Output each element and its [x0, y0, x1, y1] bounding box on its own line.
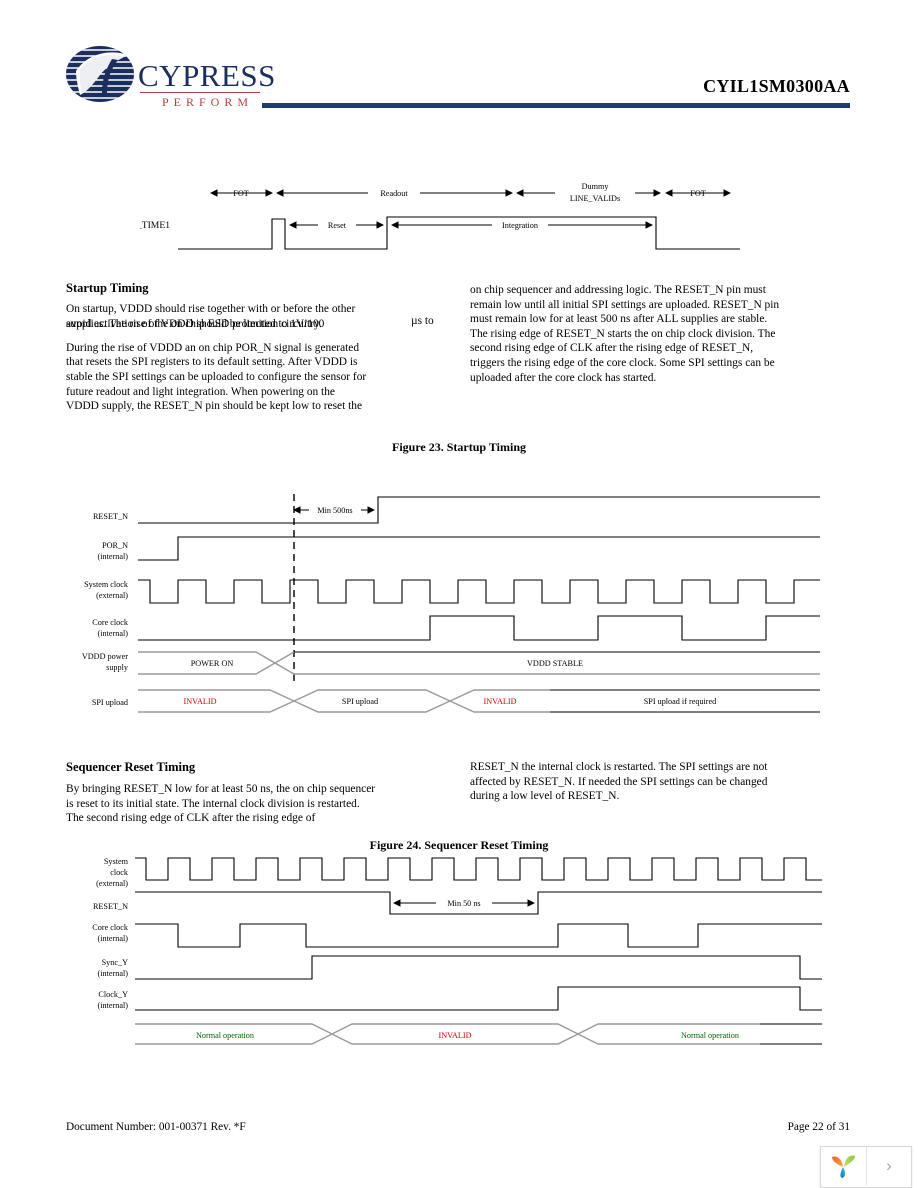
signal-label-vddd-power: VDDD power: [82, 652, 128, 661]
logo-divider: [140, 92, 260, 93]
signal-label-system-clock-line2: clock: [110, 868, 129, 877]
paragraph: By bringing RESET_N low for at least 50 …: [66, 783, 376, 825]
signal-label-core-clock-sub: (internal): [98, 934, 129, 943]
annotation-min-500ns: Min 500ns: [317, 506, 352, 515]
bus-label-invalid-1: INVALID: [183, 697, 216, 706]
cypress-logo: CYPRESS PERFORM: [66, 45, 275, 113]
figure-23-caption: Figure 23. Startup Timing: [391, 440, 527, 454]
signal-label-por-n-sub: (internal): [98, 552, 129, 561]
interval-label-reset: Reset: [328, 221, 347, 230]
tri-leaf-logo-icon: [831, 1155, 855, 1178]
integration-readout-timing-diagram: FOT Readout Dummy LINE_VALIDs FOT INT_TI…: [140, 180, 740, 250]
signal-label-por-n: POR_N: [102, 541, 128, 550]
phase-label-fot-left: FOT: [233, 189, 248, 198]
phase-label-line-valids: LINE_VALIDs: [570, 194, 620, 203]
header-divider-bar: [262, 103, 850, 108]
figure-24-sequencer-reset-waveform: System clock (external) RESET_N Core clo…: [92, 857, 822, 1045]
signal-label-int-time1: INT_TIME1: [140, 220, 170, 231]
interval-label-integration: Integration: [502, 221, 538, 230]
bus-label-vddd-stable: VDDD STABLE: [527, 659, 583, 668]
paragraph: on chip sequencer and addressing logic. …: [470, 284, 780, 384]
page-header: CYPRESS PERFORM CYIL1SM0300AA: [0, 0, 918, 130]
next-page-button[interactable]: ›: [867, 1147, 911, 1185]
annotation-min-50ns: Min 50 ns: [447, 899, 480, 908]
phase-label-fot-right: FOT: [690, 189, 705, 198]
cypress-swoosh-icon: [66, 46, 134, 102]
startup-timing-right-column: on chip sequencer and addressing logic. …: [470, 283, 785, 394]
signal-label-clock-y-sub: (internal): [98, 1001, 129, 1010]
signal-label-system-clock-line3: (external): [96, 879, 128, 888]
part-number-title: CYIL1SM0300AA: [703, 76, 850, 96]
figure-23-startup-timing-waveform: RESET_N POR_N (internal) System clock (e…: [82, 494, 820, 713]
footer-page-number: Page 22 of 31: [787, 1121, 850, 1133]
bus-label-normal-operation-1: Normal operation: [196, 1031, 254, 1040]
bus-label-normal-operation-2: Normal operation: [681, 1031, 739, 1040]
bus-label-spi-upload: SPI upload: [342, 697, 378, 706]
figure-24-caption: Figure 24. Sequencer Reset Timing: [369, 838, 549, 852]
startup-stray-units-note: µs to: [411, 315, 434, 327]
signal-label-spi-upload: SPI upload: [92, 698, 128, 707]
phase-label-readout: Readout: [380, 189, 408, 198]
signal-label-sync-y-sub: (internal): [98, 969, 129, 978]
document-viewer-toolbar[interactable]: ›: [820, 1146, 912, 1188]
signal-label-core-clock: Core clock: [92, 618, 129, 627]
signal-label-reset-n: RESET_N: [93, 902, 128, 911]
footer-document-number: Document Number: 001-00371 Rev. *F: [66, 1121, 246, 1133]
signal-label-system: System: [104, 857, 129, 866]
signal-label-core-clock: Core clock: [92, 923, 129, 932]
signal-label-system-clock-sub: (external): [96, 591, 128, 600]
section-title-startup-timing: Startup Timing: [66, 281, 149, 295]
sequencer-reset-left-column: By bringing RESET_N low for at least 50 …: [66, 782, 376, 835]
signal-label-core-clock-sub: (internal): [98, 629, 129, 638]
phase-label-dummy: Dummy: [582, 182, 610, 191]
section-title-sequencer-reset-timing: Sequencer Reset Timing: [66, 760, 196, 774]
bus-label-power-on: POWER ON: [191, 659, 234, 668]
bus-label-invalid-2: INVALID: [483, 697, 516, 706]
viewer-brand-logo[interactable]: [821, 1147, 867, 1185]
logo-wordmark: CYPRESS: [138, 58, 276, 93]
sequencer-reset-right-column: RESET_N the internal clock is restarted.…: [470, 760, 785, 813]
paragraph: During the rise of VDDD an on chip POR_N…: [66, 341, 367, 413]
startup-timing-left-column: On startup, VDDD should rise together wi…: [66, 302, 368, 423]
paragraph: RESET_N the internal clock is restarted.…: [470, 761, 768, 803]
logo-tagline: PERFORM: [162, 95, 254, 109]
signal-label-reset-n: RESET_N: [93, 512, 128, 521]
signal-label-vddd-power-sub: supply: [106, 663, 129, 672]
bus-label-invalid: INVALID: [438, 1031, 471, 1040]
signal-label-clock-y: Clock_Y: [98, 990, 128, 999]
signal-label-sync-y: Sync_Y: [102, 958, 128, 967]
bus-label-spi-upload-if-required: SPI upload if required: [644, 697, 717, 706]
signal-label-system-clock: System clock: [84, 580, 129, 589]
